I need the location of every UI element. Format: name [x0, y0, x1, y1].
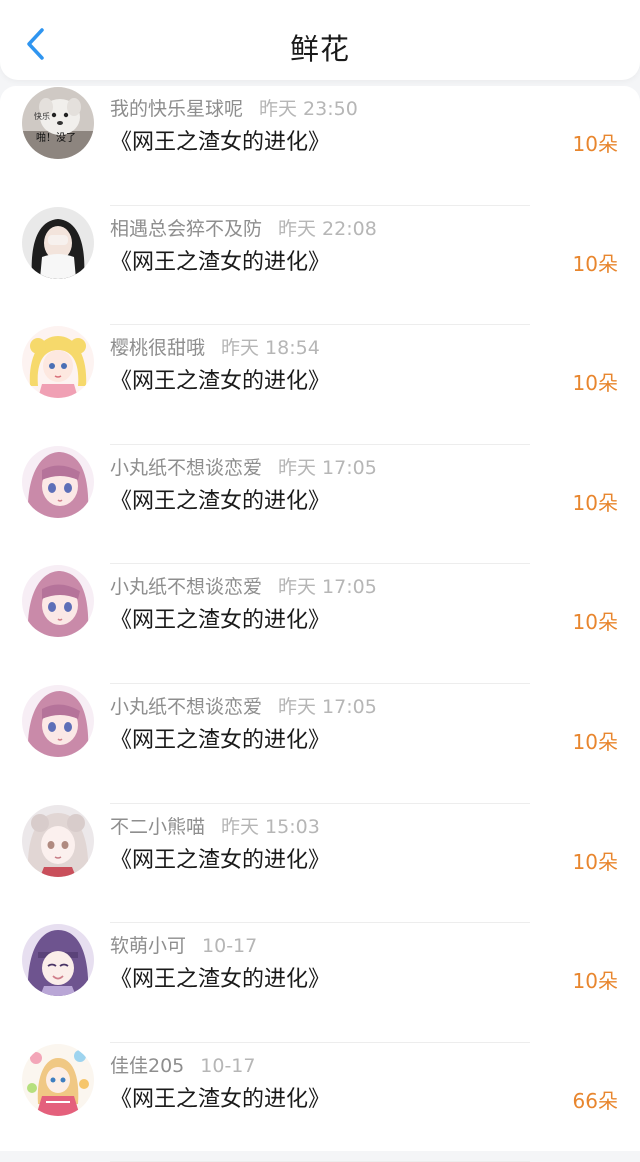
book-title: 《网王之渣女的进化》 — [110, 608, 331, 634]
list-item[interactable]: 小丸纸不想谈恋爱 昨天 17:05 《网王之渣女的进化》 10朵 — [0, 684, 640, 804]
flower-count: 10朵 — [572, 969, 618, 994]
flower-count: 66朵 — [572, 1088, 618, 1113]
sender-meta: 佳佳205 10-17 — [110, 1051, 255, 1078]
book-title: 《网王之渣女的进化》 — [110, 847, 331, 873]
sender-name: 小丸纸不想谈恋爱 — [110, 696, 263, 718]
avatar[interactable] — [22, 685, 94, 757]
flower-record-list: 快乐 啪！没了 我的快乐星球呢 昨天 23:50 《网王之渣女的进化》 10朵 相… — [0, 86, 640, 1162]
book-title: 《网王之渣女的进化》 — [110, 488, 331, 514]
sender-name: 小丸纸不想谈恋爱 — [110, 576, 263, 599]
send-time: 昨天 15:03 — [221, 815, 320, 838]
book-title: 《网王之渣女的进化》 — [110, 369, 331, 395]
book-title: 《网王之渣女的进化》 — [110, 1086, 331, 1112]
flower-count: 10朵 — [572, 849, 618, 874]
sender-name: 小丸纸不想谈恋爱 — [110, 456, 263, 479]
sender-meta: 小丸纸不想谈恋爱 昨天 17:05 — [110, 572, 377, 599]
list-item[interactable]: 小丸纸不想谈恋爱 昨天 17:05 《网王之渣女的进化》 10朵 — [0, 445, 640, 565]
sender-meta: 相遇总会猝不及防 昨天 22:08 — [110, 214, 377, 241]
list-item[interactable]: 不二小熊喵 昨天 15:03 《网王之渣女的进化》 10朵 — [0, 804, 640, 924]
sender-meta: 樱桃很甜哦 昨天 18:54 — [110, 333, 320, 360]
avatar[interactable] — [22, 565, 94, 638]
page-title: 鲜花 — [289, 32, 350, 66]
avatar[interactable]: 快乐 啪！没了 — [22, 87, 94, 159]
book-title: 《网王之渣女的进化》 — [110, 130, 331, 155]
send-time: 昨天 17:05 — [278, 576, 377, 599]
list-item[interactable]: 快乐 啪！没了 我的快乐星球呢 昨天 23:50 《网王之渣女的进化》 10朵 — [0, 86, 640, 206]
flower-count: 10朵 — [572, 490, 618, 515]
send-time: 10-17 — [200, 1054, 256, 1077]
avatar[interactable] — [22, 206, 94, 279]
book-title: 《网王之渣女的进化》 — [110, 249, 331, 275]
avatar[interactable] — [22, 804, 94, 877]
send-time: 10-17 — [202, 935, 258, 958]
avatar[interactable] — [22, 445, 94, 518]
send-time: 昨天 22:08 — [278, 217, 377, 240]
sender-meta: 软萌小可 10-17 — [110, 931, 257, 958]
sender-meta: 不二小熊喵 昨天 15:03 — [110, 812, 320, 839]
sender-name: 我的快乐星球呢 — [110, 98, 244, 120]
list-item[interactable]: 樱桃很甜哦 昨天 18:54 《网王之渣女的进化》 10朵 — [0, 325, 640, 445]
list-item[interactable]: 小丸纸不想谈恋爱 昨天 17:05 《网王之渣女的进化》 10朵 — [0, 564, 640, 684]
sender-meta: 我的快乐星球呢 昨天 23:50 — [110, 94, 358, 121]
send-time: 昨天 17:05 — [278, 456, 377, 479]
send-time: 昨天 18:54 — [221, 337, 320, 360]
avatar[interactable] — [22, 326, 94, 399]
sender-name: 不二小熊喵 — [110, 815, 206, 838]
sender-name: 软萌小可 — [110, 935, 187, 958]
book-title: 《网王之渣女的进化》 — [110, 728, 331, 753]
sender-name: 佳佳205 — [110, 1054, 185, 1077]
book-title: 《网王之渣女的进化》 — [110, 967, 331, 993]
send-time: 昨天 17:05 — [278, 696, 377, 718]
flower-count: 10朵 — [572, 730, 618, 754]
sender-name: 樱桃很甜哦 — [110, 337, 206, 360]
avatar-caption-bottom: 啪！没了 — [36, 131, 76, 144]
avatar[interactable] — [22, 1043, 94, 1116]
flower-count: 10朵 — [572, 132, 618, 156]
flower-count: 10朵 — [572, 610, 618, 635]
avatar-caption-top: 快乐 — [34, 111, 50, 121]
send-time: 昨天 23:50 — [259, 98, 358, 120]
avatar[interactable] — [22, 924, 94, 997]
sender-meta: 小丸纸不想谈恋爱 昨天 17:05 — [110, 453, 377, 480]
sender-meta: 小丸纸不想谈恋爱 昨天 17:05 — [110, 692, 377, 719]
flower-count: 10朵 — [572, 251, 618, 276]
flower-count: 10朵 — [572, 371, 618, 396]
list-item[interactable]: 软萌小可 10-17 《网王之渣女的进化》 10朵 — [0, 923, 640, 1043]
top-nav-bar: 鲜花 — [0, 0, 640, 80]
sender-name: 相遇总会猝不及防 — [110, 217, 263, 240]
list-item[interactable]: 佳佳205 10-17 《网王之渣女的进化》 66朵 — [0, 1043, 640, 1162]
list-item[interactable]: 相遇总会猝不及防 昨天 22:08 《网王之渣女的进化》 10朵 — [0, 206, 640, 326]
